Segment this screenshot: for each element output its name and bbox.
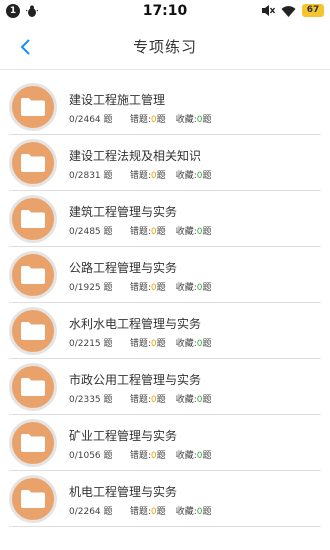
progress-count: 0/1056: [69, 451, 101, 461]
folder-icon: [21, 210, 45, 228]
saved-label: 收藏:: [175, 227, 197, 237]
item-stats: 0/1925 题 错题:0题 收藏:0题: [69, 280, 212, 293]
battery-indicator: 67: [302, 4, 324, 17]
unit-label: 题: [103, 283, 113, 293]
unit-label: 题: [202, 115, 212, 125]
wrong-label: 错题:: [129, 227, 151, 237]
item-stats: 0/2831 题 错题:0题 收藏:0题: [69, 168, 212, 181]
unit-label: 题: [103, 227, 113, 237]
mute-icon: [262, 5, 275, 16]
unit-label: 题: [103, 115, 113, 125]
folder-avatar: [9, 83, 57, 131]
unit-label: 题: [202, 451, 212, 461]
item-title: 机电工程管理与实务: [69, 485, 178, 499]
folder-avatar: [9, 419, 57, 467]
progress-count: 0/2215: [69, 339, 101, 349]
folder-icon: [21, 322, 45, 340]
unit-label: 题: [202, 395, 212, 405]
item-title: 公路工程管理与实务: [69, 261, 178, 275]
folder-avatar: [9, 251, 57, 299]
category-list: 建设工程施工管理 0/2464 题 错题:0题 收藏:0题 建设工程法规及相关知…: [0, 79, 330, 527]
saved-label: 收藏:: [175, 507, 197, 517]
item-title: 建筑工程管理与实务: [69, 205, 178, 219]
item-title: 建设工程法规及相关知识: [69, 149, 202, 163]
folder-icon: [21, 378, 45, 396]
divider: [9, 526, 321, 527]
unit-label: 题: [202, 339, 212, 349]
status-bar: 1 17:10 67: [0, 0, 330, 24]
unit-label: 题: [156, 451, 166, 461]
item-title: 市政公用工程管理与实务: [69, 373, 202, 387]
item-stats: 0/2485 题 错题:0题 收藏:0题: [69, 224, 212, 237]
progress-count: 0/1925: [69, 283, 101, 293]
folder-avatar: [9, 139, 57, 187]
page-title: 专项练习: [132, 38, 197, 56]
folder-icon: [21, 98, 45, 116]
unit-label: 题: [156, 171, 166, 181]
saved-label: 收藏:: [175, 339, 197, 349]
folder-icon: [21, 266, 45, 284]
item-stats: 0/2264 题 错题:0题 收藏:0题: [69, 504, 212, 517]
item-stats: 0/1056 题 错题:0题 收藏:0题: [69, 448, 212, 461]
wrong-label: 错题:: [129, 507, 151, 517]
item-stats: 0/2464 题 错题:0题 收藏:0题: [69, 112, 212, 125]
unit-label: 题: [202, 507, 212, 517]
unit-label: 题: [156, 115, 166, 125]
wifi-icon: [281, 5, 296, 17]
nav-bar: 专项练习: [0, 24, 330, 70]
unit-label: 题: [103, 451, 113, 461]
saved-label: 收藏:: [175, 395, 197, 405]
folder-icon: [21, 490, 45, 508]
folder-icon: [21, 154, 45, 172]
unit-label: 题: [202, 227, 212, 237]
wrong-label: 错题:: [129, 395, 151, 405]
unit-label: 题: [103, 339, 113, 349]
unit-label: 题: [202, 283, 212, 293]
item-stats: 0/2215 题 错题:0题 收藏:0题: [69, 336, 212, 349]
progress-count: 0/2264: [69, 507, 101, 517]
folder-avatar: [9, 475, 57, 523]
folder-icon: [21, 434, 45, 452]
item-title: 水利水电工程管理与实务: [69, 317, 202, 331]
folder-avatar: [9, 363, 57, 411]
progress-count: 0/2485: [69, 227, 101, 237]
unit-label: 题: [156, 395, 166, 405]
progress-count: 0/2335: [69, 395, 101, 405]
unit-label: 题: [156, 283, 166, 293]
saved-label: 收藏:: [175, 451, 197, 461]
list-item[interactable]: 建设工程法规及相关知识 0/2831 题 错题:0题 收藏:0题: [0, 135, 330, 191]
unit-label: 题: [103, 507, 113, 517]
list-item[interactable]: 公路工程管理与实务 0/1925 题 错题:0题 收藏:0题: [0, 247, 330, 303]
folder-avatar: [9, 195, 57, 243]
list-item[interactable]: 矿业工程管理与实务 0/1056 题 错题:0题 收藏:0题: [0, 415, 330, 471]
wrong-label: 错题:: [129, 171, 151, 181]
progress-count: 0/2464: [69, 115, 101, 125]
wrong-label: 错题:: [129, 451, 151, 461]
saved-label: 收藏:: [175, 171, 197, 181]
list-item[interactable]: 水利水电工程管理与实务 0/2215 题 错题:0题 收藏:0题: [0, 303, 330, 359]
unit-label: 题: [156, 227, 166, 237]
list-item[interactable]: 建筑工程管理与实务 0/2485 题 错题:0题 收藏:0题: [0, 191, 330, 247]
list-item[interactable]: 建设工程施工管理 0/2464 题 错题:0题 收藏:0题: [0, 79, 330, 135]
unit-label: 题: [103, 395, 113, 405]
unit-label: 题: [156, 339, 166, 349]
progress-count: 0/2831: [69, 171, 101, 181]
list-item[interactable]: 市政公用工程管理与实务 0/2335 题 错题:0题 收藏:0题: [0, 359, 330, 415]
wrong-label: 错题:: [129, 283, 151, 293]
saved-label: 收藏:: [175, 283, 197, 293]
folder-avatar: [9, 307, 57, 355]
unit-label: 题: [156, 507, 166, 517]
unit-label: 题: [103, 171, 113, 181]
wrong-label: 错题:: [129, 115, 151, 125]
wrong-label: 错题:: [129, 339, 151, 349]
saved-label: 收藏:: [175, 115, 197, 125]
item-title: 矿业工程管理与实务: [69, 429, 178, 443]
item-stats: 0/2335 题 错题:0题 收藏:0题: [69, 392, 212, 405]
item-title: 建设工程施工管理: [69, 93, 166, 107]
unit-label: 题: [202, 171, 212, 181]
list-item[interactable]: 机电工程管理与实务 0/2264 题 错题:0题 收藏:0题: [0, 471, 330, 527]
